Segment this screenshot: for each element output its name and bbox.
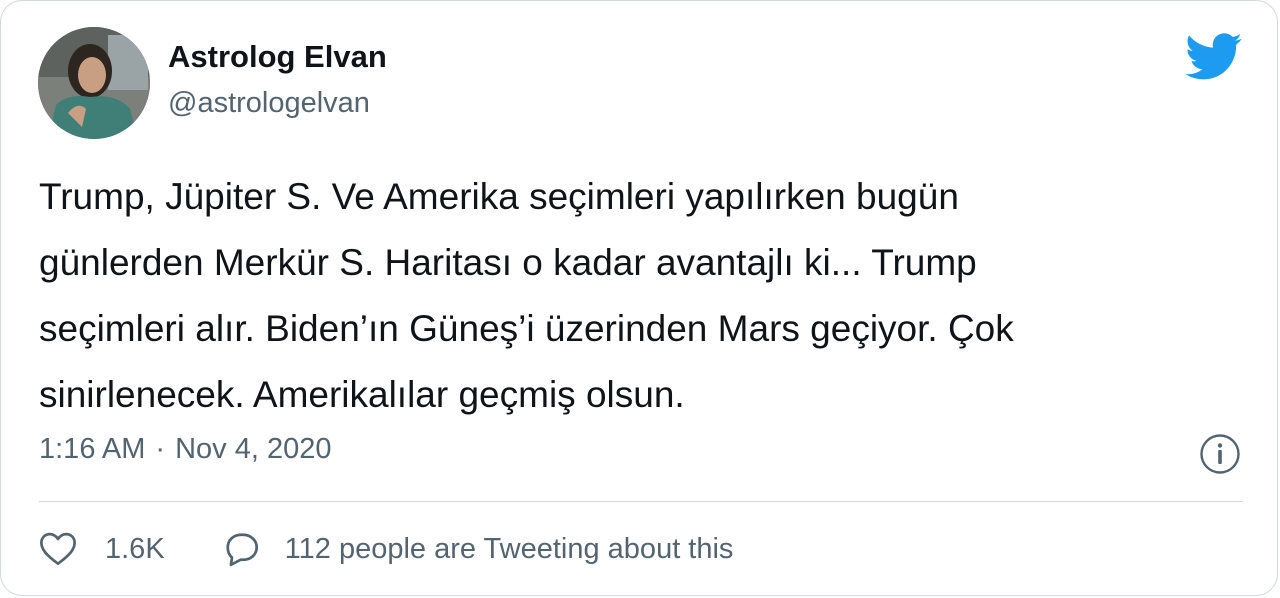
tweet-timestamp[interactable]: 1:16 AM · Nov 4, 2020 xyxy=(39,433,331,466)
heart-icon xyxy=(39,531,77,567)
divider xyxy=(39,501,1243,502)
tweet-card: Astrolog Elvan @astrologelvan Trump, Jüp… xyxy=(0,0,1278,596)
avatar-image xyxy=(38,27,150,139)
conversation-label: 112 people are Tweeting about this xyxy=(284,532,734,565)
speech-bubble-icon xyxy=(223,531,261,567)
tweet-actions: 1.6K 112 people are Tweeting about this xyxy=(39,529,733,569)
twitter-bird-icon[interactable] xyxy=(1185,33,1243,81)
tweet-date[interactable]: Nov 4, 2020 xyxy=(175,433,331,466)
author-name[interactable]: Astrolog Elvan xyxy=(168,39,387,75)
avatar[interactable] xyxy=(38,27,150,139)
like-count: 1.6K xyxy=(105,532,165,565)
tweet-text: Trump, Jüpiter S. Ve Amerika seçimleri y… xyxy=(39,176,1014,415)
author-handle[interactable]: @astrologelvan xyxy=(168,87,370,120)
like-button[interactable]: 1.6K xyxy=(39,531,165,567)
tweet-time[interactable]: 1:16 AM xyxy=(39,433,145,466)
conversation-link[interactable]: 112 people are Tweeting about this xyxy=(223,531,734,567)
meta-separator: · xyxy=(155,433,166,465)
info-icon[interactable] xyxy=(1199,433,1241,475)
